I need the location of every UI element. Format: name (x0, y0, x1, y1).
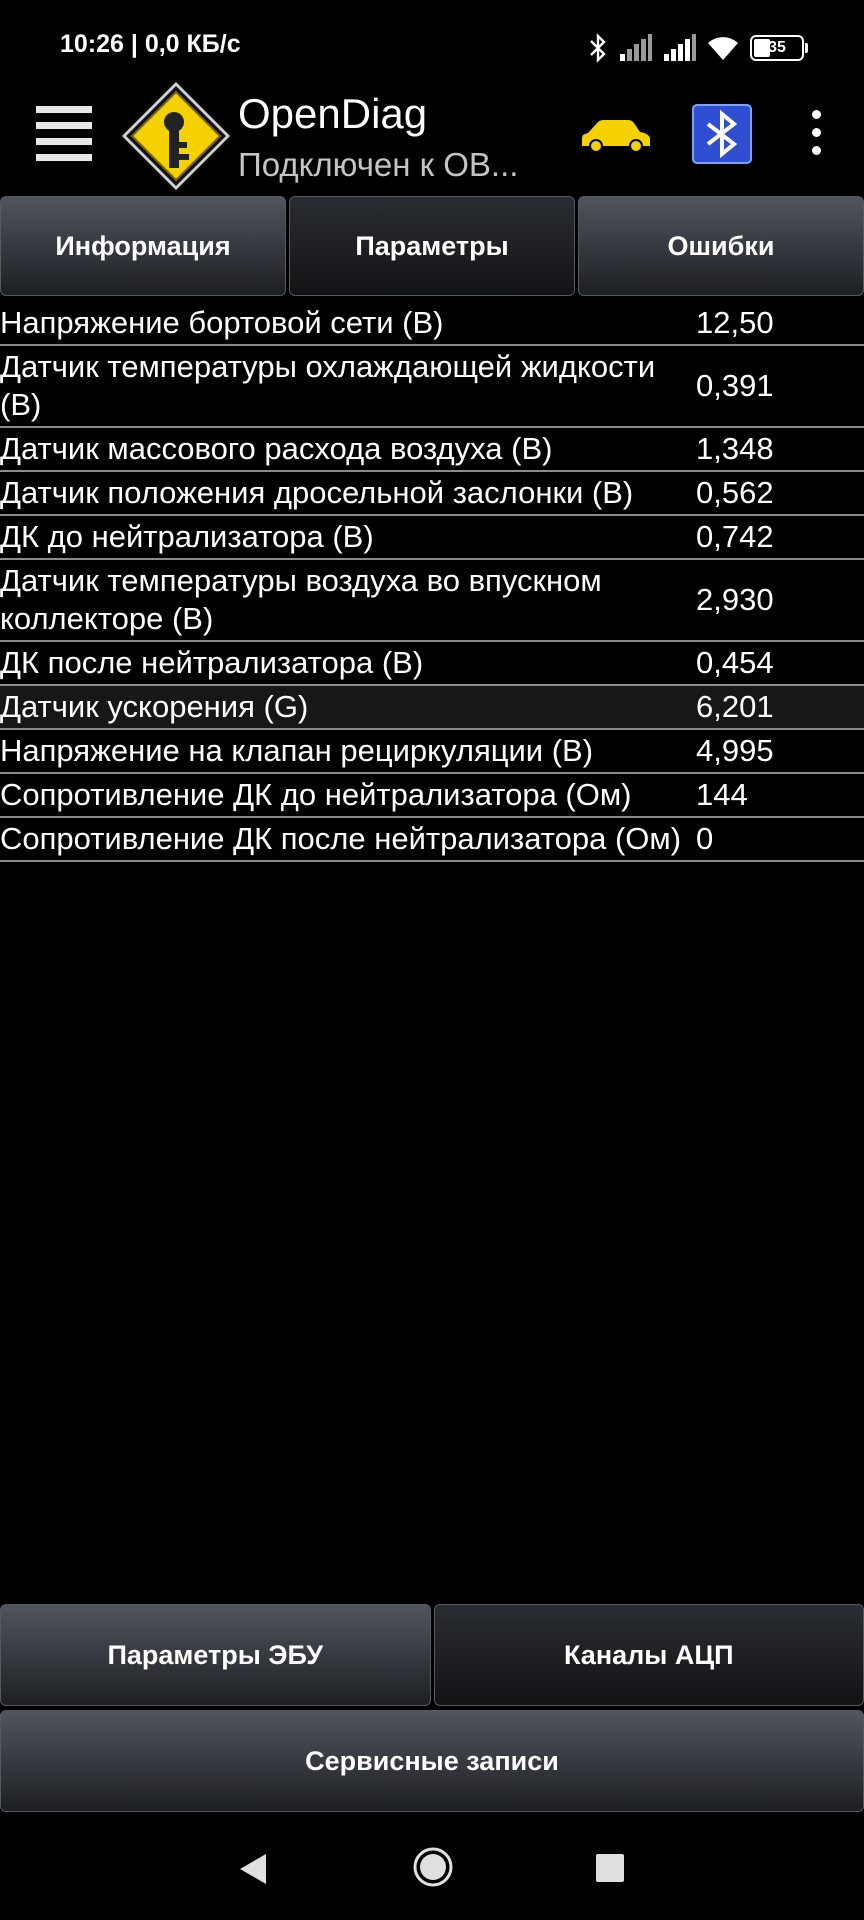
param-label: Датчик массового расхода воздуха (В) (0, 431, 553, 466)
param-value: 4,995 (696, 733, 774, 768)
param-value: 12,50 (696, 305, 774, 340)
menu-icon[interactable] (36, 106, 92, 162)
param-label: Напряжение на клапан рециркуляции (В) (0, 733, 594, 768)
table-row: Датчик температуры воздуха во впускном к… (0, 560, 864, 642)
param-label: ДК до нейтрализатора (В) (0, 519, 374, 554)
adc-channels-button[interactable]: Каналы АЦП (433, 1604, 864, 1706)
parameters-table: Напряжение бортовой сети (В) 12,50 Датчи… (0, 302, 864, 862)
table-row: Напряжение на клапан рециркуляции (В) 4,… (0, 730, 864, 774)
button-row: Параметры ЭБУ Каналы АЦП (0, 1604, 864, 1706)
param-label: Датчик положения дросельной заслонки (В) (0, 475, 634, 510)
table-row: Датчик ускорения (G) 6,201 (0, 686, 864, 730)
bluetooth-adapter-icon[interactable] (692, 104, 752, 164)
signal-icon (620, 34, 652, 61)
recents-icon[interactable] (596, 1854, 624, 1882)
car-icon[interactable] (578, 116, 652, 156)
table-row: Датчик температуры охлаждающей жидкости … (0, 346, 864, 428)
button-row: Сервисные записи (0, 1710, 864, 1812)
wifi-icon (708, 37, 738, 60)
table-row: ДК до нейтрализатора (В) 0,742 (0, 516, 864, 560)
signal-icon (664, 34, 696, 61)
table-row: Датчик положения дросельной заслонки (В)… (0, 472, 864, 516)
table-row: Датчик массового расхода воздуха (В) 1,3… (0, 428, 864, 472)
param-value: 0,454 (696, 645, 774, 680)
connection-status: Подключен к ОВ... (238, 146, 519, 183)
table-row: Сопротивление ДК до нейтрализатора (Ом) … (0, 774, 864, 818)
app-logo-icon (121, 81, 231, 191)
tab-bar: Информация Параметры Ошибки (0, 196, 864, 300)
more-options-icon[interactable] (804, 110, 828, 160)
status-icons: 35 (588, 28, 808, 68)
param-value: 0,742 (696, 519, 774, 554)
table-row: Напряжение бортовой сети (В) 12,50 (0, 302, 864, 346)
status-time: 10:26 | 0,0 КБ/с (60, 30, 241, 58)
param-value: 1,348 (696, 431, 774, 466)
param-value: 144 (696, 777, 748, 812)
param-label: Датчик температуры охлаждающей жидкости … (0, 349, 656, 422)
app-bar: OpenDiag Подключен к ОВ... (0, 81, 864, 196)
service-records-button[interactable]: Сервисные записи (0, 1710, 864, 1812)
param-label: Сопротивление ДК до нейтрализатора (Ом) (0, 777, 632, 812)
ecu-params-button[interactable]: Параметры ЭБУ (0, 1604, 431, 1706)
param-label: Напряжение бортовой сети (В) (0, 305, 444, 340)
battery-icon: 35 (750, 35, 808, 61)
back-icon[interactable] (236, 1852, 270, 1886)
param-value: 0,391 (696, 368, 774, 403)
tab-information[interactable]: Информация (0, 196, 286, 296)
param-label: Датчик температуры воздуха во впускном к… (0, 563, 602, 636)
param-label: Сопротивление ДК после нейтрализатора (О… (0, 821, 682, 856)
bluetooth-icon (590, 33, 606, 63)
navigation-bar (0, 1820, 864, 1920)
table-row: Сопротивление ДК после нейтрализатора (О… (0, 818, 864, 862)
app-title: OpenDiag (238, 90, 428, 137)
battery-level: 35 (768, 39, 786, 56)
param-label: Датчик ускорения (G) (0, 689, 309, 724)
table-row: ДК после нейтрализатора (В) 0,454 (0, 642, 864, 686)
tab-errors[interactable]: Ошибки (578, 196, 864, 296)
param-value: 6,201 (696, 689, 774, 724)
tab-parameters[interactable]: Параметры (289, 196, 575, 296)
home-icon[interactable] (412, 1846, 454, 1888)
bottom-buttons: Параметры ЭБУ Каналы АЦП Сервисные запис… (0, 1604, 864, 1816)
param-value: 0,562 (696, 475, 774, 510)
param-label: ДК после нейтрализатора (В) (0, 645, 424, 680)
param-value: 0 (696, 821, 714, 856)
param-value: 2,930 (696, 582, 774, 617)
